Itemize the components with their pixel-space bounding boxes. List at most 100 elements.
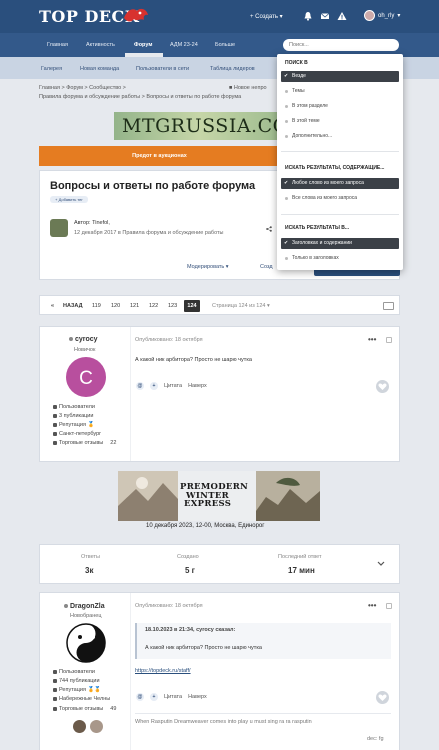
search-input[interactable]: [283, 39, 399, 51]
add-tag-button[interactable]: + Добавить тег: [50, 196, 88, 203]
dropdown-divider: [281, 214, 399, 215]
author-avatar[interactable]: [50, 219, 68, 237]
post-options-icon[interactable]: •••: [368, 601, 376, 610]
post-date[interactable]: Опубликовано: 18 октября: [135, 337, 203, 343]
create-label: Создать: [255, 14, 278, 20]
search-option-advanced[interactable]: Дополнительно...: [281, 131, 399, 142]
search-option-topics[interactable]: Темы: [281, 86, 399, 97]
post-select-checkbox[interactable]: [386, 603, 392, 609]
results-in-heading: ИСКАТЬ РЕЗУЛЬТАТЫ В...: [285, 225, 350, 231]
share-icon[interactable]: [266, 226, 272, 232]
quote-button[interactable]: Цитата: [164, 383, 182, 389]
subnav-gallery[interactable]: Галерея: [41, 66, 62, 72]
post-actions: @ + Цитата Наверх: [136, 693, 207, 701]
radio-icon: [285, 135, 288, 138]
like-button[interactable]: [376, 691, 389, 704]
trade-count: 49: [110, 706, 117, 712]
radio-icon: [285, 90, 288, 93]
author-group: Пользователи: [53, 404, 95, 410]
chevron-down-icon[interactable]: [377, 561, 385, 567]
subnav-online-users[interactable]: Пользователи в сети: [136, 66, 189, 72]
create-menu[interactable]: + Создать ▾: [250, 13, 283, 20]
post-author-name[interactable]: DragonZla: [64, 603, 105, 610]
pager-first[interactable]: «: [51, 303, 54, 309]
match-any-option[interactable]: ✔ Любое слово из моего запроса: [281, 178, 399, 189]
dragon-logo-icon: [124, 8, 148, 22]
quote-button[interactable]: Цитата: [164, 694, 182, 700]
match-all-option[interactable]: Все слова из моего запроса: [281, 193, 399, 204]
pager-page[interactable]: 119: [92, 303, 101, 309]
post-select-checkbox[interactable]: [386, 337, 392, 343]
results-containing-heading: ИСКАТЬ РЕЗУЛЬТАТЫ, СОДЕРЖАЩИЕ...: [285, 165, 385, 171]
nav-activity[interactable]: Активность: [86, 42, 115, 48]
staff-link[interactable]: https://topdeck.ru/staff/: [135, 668, 191, 674]
username: oh_rly: [378, 12, 395, 19]
like-button[interactable]: [376, 380, 389, 393]
plus-icon[interactable]: +: [150, 382, 158, 390]
search-option-topic[interactable]: В этой теме: [281, 116, 399, 127]
search-option-everywhere[interactable]: ✔ Везде: [281, 71, 399, 82]
created-value: 5 г: [185, 566, 196, 575]
stat-text: Торговые отзывы: [59, 706, 104, 712]
pager-page[interactable]: 123: [168, 303, 177, 309]
top-button[interactable]: Наверх: [188, 694, 207, 700]
subnav-new-team[interactable]: Новая команда: [80, 66, 119, 72]
post-date[interactable]: Опубликовано: 18 октября: [135, 603, 203, 609]
new-content-link[interactable]: ■ Новое непро: [229, 85, 267, 91]
subnav-leaderboard[interactable]: Таблица лидеров: [210, 66, 255, 72]
create-button[interactable]: Созд: [260, 264, 273, 270]
location-icon: [53, 697, 57, 701]
pager-back[interactable]: НАЗАД: [63, 303, 82, 309]
stat-text: 3 публикации: [59, 413, 94, 419]
post-author-name[interactable]: cyrocy: [69, 336, 98, 343]
titles-and-content-option[interactable]: ✔ Заголовках и содержании: [281, 238, 399, 249]
signature: When Rasputin Dreamweaver comes into pla…: [135, 719, 312, 725]
nav-more[interactable]: Больше: [215, 42, 235, 48]
topic-date: 12 декабря 2017 в Правила форума и обсуж…: [74, 230, 224, 236]
multi-select-checkbox[interactable]: [383, 302, 394, 310]
post-author-avatar[interactable]: C: [66, 357, 106, 397]
option-label: Темы: [292, 88, 305, 94]
option-label: В этом разделе: [292, 103, 328, 109]
breadcrumb-continued[interactable]: Правила форума и обсуждение работы > Воп…: [39, 94, 241, 100]
search-option-section[interactable]: В этом разделе: [281, 101, 399, 112]
heart-icon: [53, 688, 57, 692]
stat-text: Санкт-петербург: [59, 431, 102, 437]
author-name[interactable]: Автор: Tinefol,: [74, 220, 110, 226]
pager-info[interactable]: Страница 124 из 124 ▾: [212, 303, 270, 309]
badge-avatar[interactable]: [73, 720, 86, 733]
mtgrussia-banner[interactable]: MTGRUSSIA.CO: [114, 112, 284, 140]
user-menu[interactable]: oh_rly ▾: [364, 10, 400, 21]
nav-home[interactable]: Главная: [47, 42, 68, 48]
stat-text: Репутация 🏅: [59, 422, 95, 428]
plus-icon[interactable]: +: [150, 693, 158, 701]
post-author-avatar[interactable]: [66, 623, 106, 663]
post-options-icon[interactable]: •••: [368, 335, 376, 344]
author-location: Санкт-петербург: [53, 431, 101, 437]
premodern-banner[interactable]: PREMODERN WINTER EXPRESS: [118, 471, 320, 521]
breadcrumb[interactable]: Главная > Форум > Сообщество >: [39, 85, 126, 91]
nav-adm[interactable]: АДМ 23-24: [170, 42, 198, 48]
pager-page[interactable]: 122: [149, 303, 158, 309]
new-content-label: Новое непро: [233, 85, 267, 91]
badge-avatar[interactable]: [90, 720, 103, 733]
titles-only-option[interactable]: Только в заголовках: [281, 253, 399, 264]
warning-icon[interactable]: [337, 11, 347, 21]
topic-title: Вопросы и ответы по работе форума: [50, 180, 256, 192]
search-box[interactable]: [283, 39, 399, 51]
search-scope-dropdown: ПОИСК В ✔ Везде Темы В этом разделе В это…: [277, 54, 403, 270]
nav-forum[interactable]: Форум: [134, 42, 152, 48]
moderate-button[interactable]: Модерировать ▾: [187, 264, 229, 270]
mention-icon[interactable]: @: [136, 382, 144, 390]
auction-bar[interactable]: Предот в аукционах: [39, 146, 280, 166]
author-trade-feedback[interactable]: Торговые отзывы 22: [53, 440, 116, 446]
envelope-icon[interactable]: [320, 11, 330, 21]
mention-icon[interactable]: @: [136, 693, 144, 701]
pager-page[interactable]: 120: [111, 303, 120, 309]
author-trade-feedback[interactable]: Торговые отзывы 49: [53, 706, 116, 712]
pager-current-page[interactable]: 124: [184, 300, 200, 312]
pager-page[interactable]: 121: [130, 303, 139, 309]
bell-icon[interactable]: [303, 11, 313, 21]
signature-link[interactable]: dec: fg: [367, 736, 384, 742]
top-button[interactable]: Наверх: [188, 383, 207, 389]
